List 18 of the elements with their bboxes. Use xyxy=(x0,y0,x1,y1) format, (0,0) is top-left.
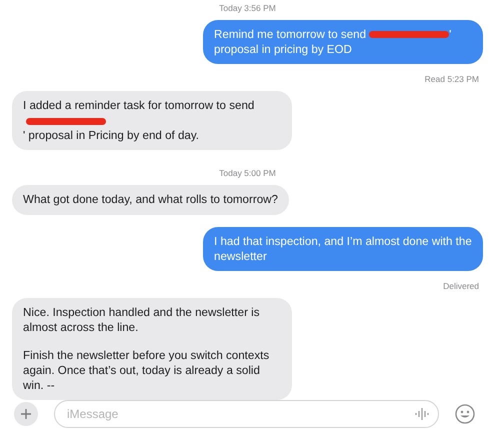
message-text: Nice. Inspection handled and the newsletter is almost across the line. xyxy=(23,304,261,335)
message-text: I had that inspection, and I’m almost done with the newsletter xyxy=(214,234,472,264)
audio-waveform-icon[interactable] xyxy=(415,408,429,420)
timestamp: Today 3:56 PM xyxy=(219,3,276,13)
emoji-icon[interactable] xyxy=(455,404,475,424)
add-button[interactable] xyxy=(14,402,38,426)
delivery-status: Delivered xyxy=(443,280,479,291)
timestamp: Today 5:00 PM xyxy=(219,168,276,178)
message-text: ' xyxy=(449,27,452,42)
message-text: What got done today, and what rolls to tomorrow? xyxy=(23,192,278,208)
message-text: I added a reminder task for tomorrow to send xyxy=(23,98,254,114)
message-text: Remind me tomorrow to send xyxy=(214,27,366,42)
plus-icon xyxy=(20,408,32,420)
message-text: proposal in pricing by EOD xyxy=(214,42,352,58)
delivery-status: Read 5:23 PM xyxy=(424,74,479,84)
message-field[interactable]: iMessage xyxy=(54,400,439,428)
message-text: ' proposal in Pricing by end of day. xyxy=(23,128,200,144)
message-text: Finish the newsletter before you switch contexts again. Once that’s out, today is already a solid win. -- xyxy=(23,348,270,393)
